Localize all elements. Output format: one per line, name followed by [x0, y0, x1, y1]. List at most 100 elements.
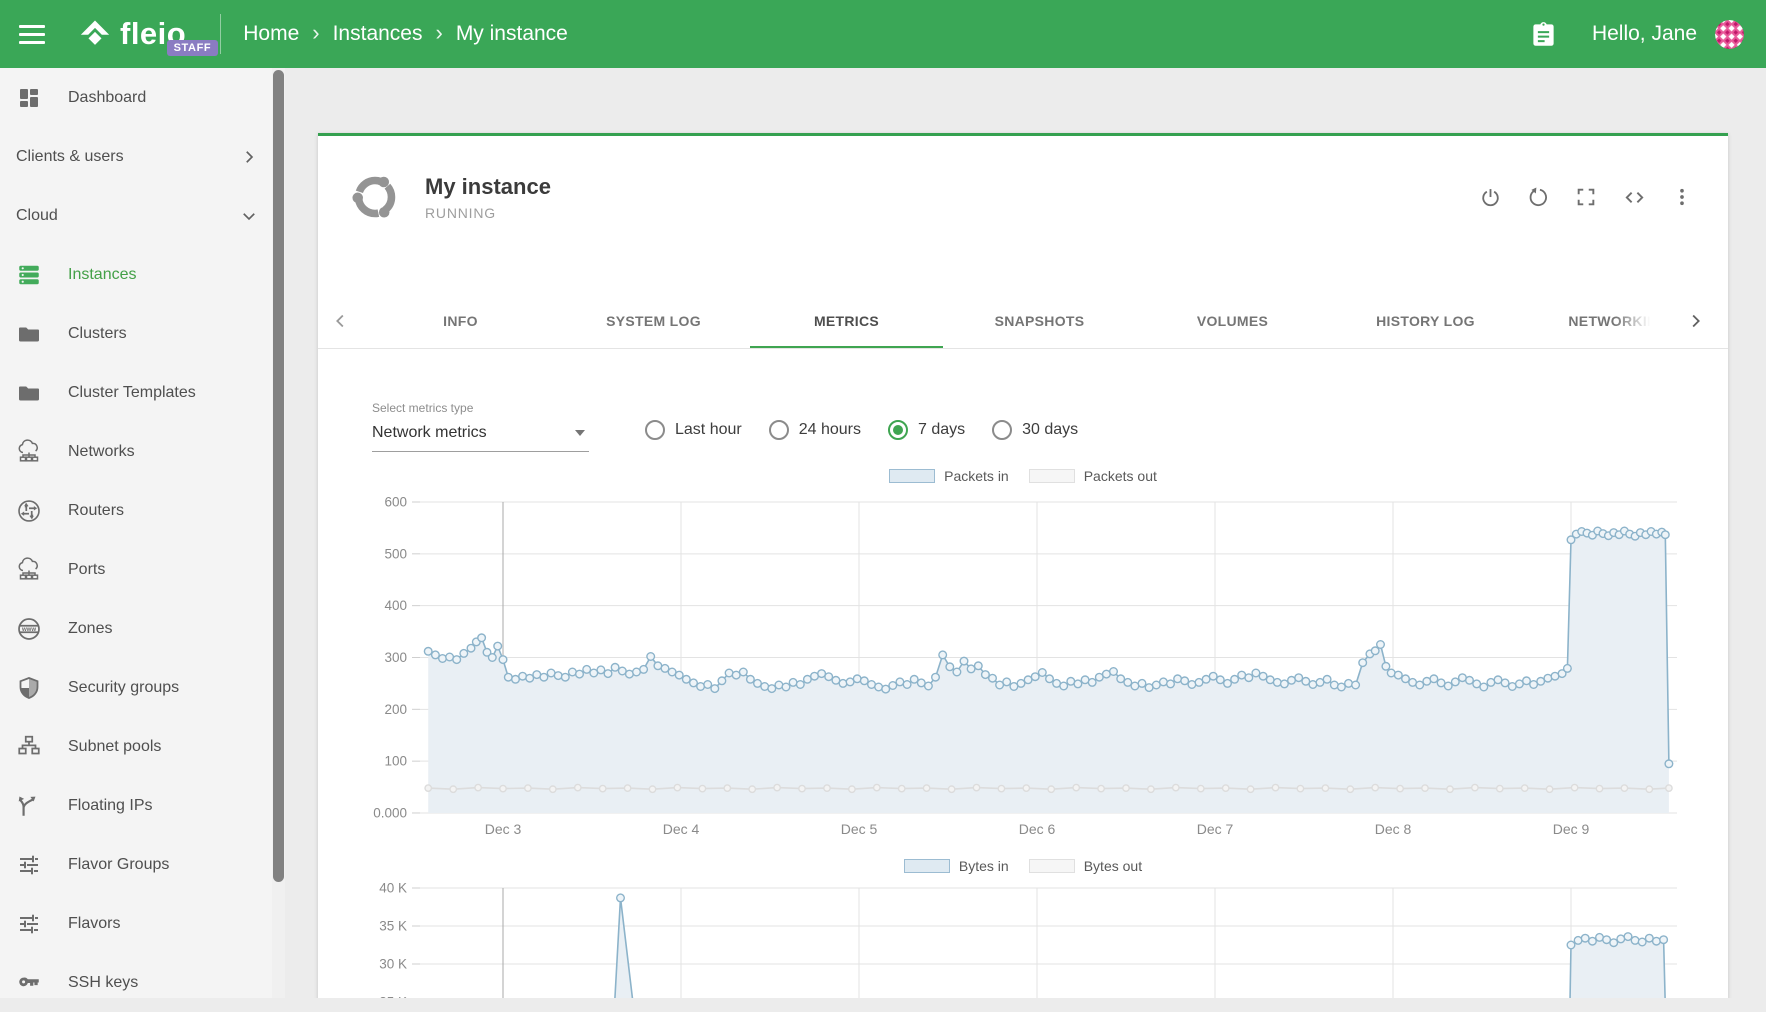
sidebar-item-instances[interactable]: Instances	[0, 245, 272, 304]
legend-label: Bytes out	[1084, 858, 1142, 874]
clipboard-icon[interactable]	[1524, 14, 1564, 54]
metrics-controls: Select metrics type Network metrics Last…	[318, 349, 1728, 452]
sidebar-item-ports[interactable]: Ports	[0, 540, 272, 599]
folder-icon	[16, 321, 42, 347]
sidebar-item-routers[interactable]: Routers	[0, 481, 272, 540]
breadcrumb-separator-icon: ›	[435, 20, 442, 46]
sidebar-item-clusters[interactable]: Clusters	[0, 304, 272, 363]
rotate-left-icon	[1527, 186, 1550, 209]
radio-label: 24 hours	[799, 421, 861, 439]
sidebar-item-label: Ports	[68, 561, 105, 579]
packets-chart: 6005004003002001000.000Dec 3Dec 4Dec 5De…	[318, 484, 1728, 844]
more-vert-icon	[1671, 186, 1693, 208]
sidebar-item-label: Security groups	[68, 679, 179, 697]
sidebar-item-label: SSH keys	[68, 974, 138, 992]
svg-text:35 K: 35 K	[379, 919, 407, 934]
radio-circle-icon	[645, 420, 665, 440]
svg-text:25 K: 25 K	[379, 995, 407, 999]
sidebar-item-label: Dashboard	[68, 89, 146, 107]
tab-metrics[interactable]: METRICS	[750, 313, 943, 348]
tabs-scroll-left-icon[interactable]	[318, 310, 364, 348]
svg-text:40 K: 40 K	[379, 881, 407, 896]
tab-networking[interactable]: NETWORKING	[1522, 313, 1659, 348]
radio-label: Last hour	[675, 421, 742, 439]
radio-circle-icon	[769, 420, 789, 440]
fleio-logo[interactable]: fleio STAFF	[78, 16, 212, 52]
sidebar-item-networks[interactable]: Networks	[0, 422, 272, 481]
sidebar-item-security-groups[interactable]: Security groups	[0, 658, 272, 717]
cloud-network-icon	[16, 439, 42, 465]
instance-card: My instance RUNNING INFOSYSTEM LOGMETRIC…	[318, 133, 1728, 998]
bytes-chart-legend: Bytes in Bytes out	[318, 858, 1728, 874]
more-button[interactable]	[1662, 177, 1702, 217]
metrics-type-select[interactable]: Select metrics type Network metrics	[372, 401, 589, 452]
power-button[interactable]	[1470, 177, 1510, 217]
radio-30-days[interactable]: 30 days	[992, 420, 1078, 440]
tab-snapshots[interactable]: SNAPSHOTS	[943, 313, 1136, 348]
radio-label: 30 days	[1022, 421, 1078, 439]
svg-text:Dec 9: Dec 9	[1553, 821, 1590, 837]
radio-7-days[interactable]: 7 days	[888, 420, 965, 440]
breadcrumb: Home›Instances›My instance	[243, 21, 568, 47]
radio-last-hour[interactable]: Last hour	[645, 420, 742, 440]
sidebar-item-dashboard[interactable]: Dashboard	[0, 68, 272, 127]
tab-system-log[interactable]: SYSTEM LOG	[557, 313, 750, 348]
sidebar-item-label: Networks	[68, 443, 135, 461]
main-content: My instance RUNNING INFOSYSTEM LOGMETRIC…	[285, 68, 1766, 998]
avatar[interactable]	[1715, 20, 1744, 49]
legend-label: Packets out	[1084, 468, 1157, 484]
tab-info[interactable]: INFO	[364, 313, 557, 348]
radio-circle-icon	[992, 420, 1012, 440]
sidebar-item-label: Subnet pools	[68, 738, 161, 756]
dashboard-icon	[16, 85, 42, 111]
sidebar-scrollbar-thumb[interactable]	[273, 70, 284, 882]
breadcrumb-item-home[interactable]: Home	[243, 22, 299, 46]
menu-icon[interactable]	[0, 0, 64, 68]
legend-item-packets-out[interactable]: Packets out	[1029, 468, 1157, 484]
sidebar-item-floating-ips[interactable]: Floating IPs	[0, 776, 272, 835]
console-button[interactable]	[1614, 177, 1654, 217]
legend-item-packets-in[interactable]: Packets in	[889, 468, 1009, 484]
sidebar-item-flavor-groups[interactable]: Flavor Groups	[0, 835, 272, 894]
code-icon	[1623, 186, 1646, 209]
sidebar-scrollbar-track	[272, 68, 285, 998]
sidebar-item-label: Instances	[68, 266, 136, 284]
tune-icon	[16, 911, 42, 937]
tabs-viewport: INFOSYSTEM LOGMETRICSSNAPSHOTSVOLUMESHIS…	[364, 313, 1659, 348]
legend-item-bytes-out[interactable]: Bytes out	[1029, 858, 1142, 874]
sidebar-item-ssh-keys[interactable]: SSH keys	[0, 953, 272, 1012]
ubuntu-logo-icon	[348, 170, 402, 224]
split-icon	[16, 793, 42, 819]
svg-text:300: 300	[384, 650, 407, 665]
svg-text:Dec 4: Dec 4	[663, 821, 700, 837]
fullscreen-button[interactable]	[1566, 177, 1606, 217]
subnet-icon	[16, 734, 42, 760]
sidebar-item-clients-users[interactable]: Clients & users	[0, 127, 272, 186]
tabs-scroll-right-icon[interactable]	[1680, 310, 1710, 348]
tab-history-log[interactable]: HISTORY LOG	[1329, 313, 1522, 348]
chevron-right-icon	[240, 148, 258, 166]
svg-text:www: www	[21, 626, 36, 632]
sidebar-item-subnet-pools[interactable]: Subnet pools	[0, 717, 272, 776]
user-greeting: Hello, Jane	[1592, 22, 1697, 46]
sidebar-item-label: Floating IPs	[68, 797, 152, 815]
radio-24-hours[interactable]: 24 hours	[769, 420, 861, 440]
globe-icon: www	[16, 616, 42, 642]
soft-reboot-button[interactable]	[1518, 177, 1558, 217]
time-range-radios: Last hour 24 hours 7 days 30 days	[645, 420, 1078, 452]
sidebar-item-cluster-templates[interactable]: Cluster Templates	[0, 363, 272, 422]
legend-item-bytes-in[interactable]: Bytes in	[904, 858, 1009, 874]
metrics-type-value: Network metrics	[372, 424, 487, 442]
packets-chart-legend: Packets in Packets out	[318, 468, 1728, 484]
sidebar: Dashboard Clients & usersCloud Instances Cl…	[0, 68, 272, 998]
breadcrumb-item-instances[interactable]: Instances	[333, 22, 423, 46]
bytes-chart: 40 K35 K30 K25 K	[318, 874, 1728, 998]
sidebar-item-label: Routers	[68, 502, 124, 520]
legend-swatch	[1029, 859, 1075, 873]
chevron-down-icon	[240, 207, 258, 225]
sidebar-item-label: Cluster Templates	[68, 384, 196, 402]
sidebar-item-flavors[interactable]: Flavors	[0, 894, 272, 953]
sidebar-item-zones[interactable]: wwwZones	[0, 599, 272, 658]
tab-volumes[interactable]: VOLUMES	[1136, 313, 1329, 348]
sidebar-item-cloud[interactable]: Cloud	[0, 186, 272, 245]
